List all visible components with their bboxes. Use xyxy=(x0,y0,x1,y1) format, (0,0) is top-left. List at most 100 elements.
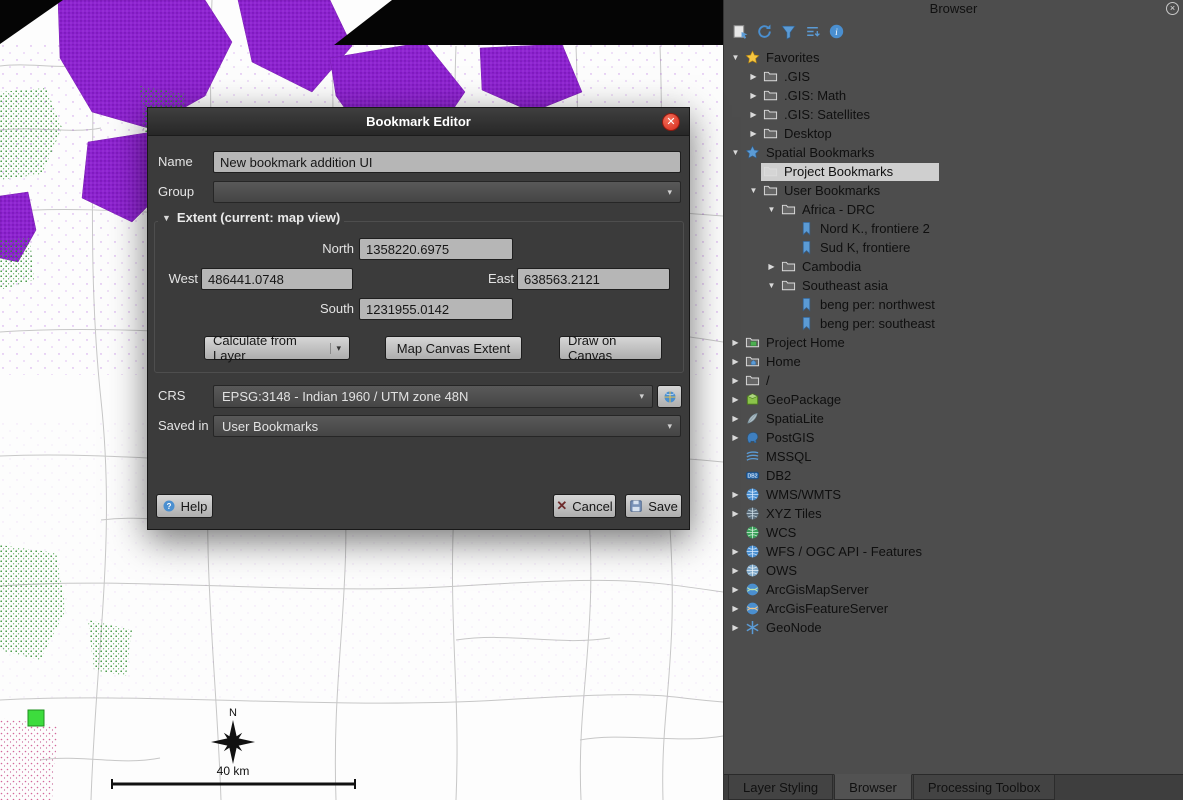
chevron-right-icon[interactable]: ▶ xyxy=(746,110,761,119)
crs-combobox[interactable]: EPSG:3148 - Indian 1960 / UTM zone 48N ▾ xyxy=(213,385,653,408)
filter-browser-icon[interactable] xyxy=(780,23,797,40)
tree-item-label: XYZ Tiles xyxy=(762,506,822,521)
chevron-down-icon[interactable]: ▼ xyxy=(728,53,743,62)
tree-item-spatialite[interactable]: ▶ SpatiaLite xyxy=(724,409,1183,428)
save-button[interactable]: Save xyxy=(625,494,682,518)
chevron-right-icon[interactable]: ▶ xyxy=(728,414,743,423)
chevron-right-icon[interactable]: ▶ xyxy=(728,357,743,366)
tree-item-postgis[interactable]: ▶PostGIS xyxy=(724,428,1183,447)
tree-item-wfs-ogc-api-features[interactable]: ▶ WFS / OGC API - Features xyxy=(724,542,1183,561)
bookmark-icon xyxy=(799,221,816,237)
tree-item-content: GeoPackage xyxy=(743,391,845,409)
east-input[interactable] xyxy=(517,268,670,290)
chevron-right-icon[interactable]: ▶ xyxy=(728,395,743,404)
chevron-down-icon[interactable]: ▼ xyxy=(728,148,743,157)
tree-item-geopackage[interactable]: ▶GeoPackage xyxy=(724,390,1183,409)
tree-item-user-bookmarks[interactable]: ▼User Bookmarks xyxy=(724,181,1183,200)
tree-item-gis-satellites[interactable]: ▶.GIS: Satellites xyxy=(724,105,1183,124)
tree-item-beng-per-southeast[interactable]: beng per: southeast xyxy=(724,314,1183,333)
west-label: West xyxy=(162,268,198,290)
tree-item-label: WFS / OGC API - Features xyxy=(762,544,922,559)
cancel-button[interactable]: ✕ Cancel xyxy=(553,494,616,518)
chevron-right-icon[interactable]: ▶ xyxy=(764,262,779,271)
tree-item-favorites[interactable]: ▼Favorites xyxy=(724,48,1183,67)
globe-arc-icon xyxy=(745,582,762,598)
chevron-right-icon[interactable]: ▶ xyxy=(746,91,761,100)
draw-on-canvas-button[interactable]: Draw on Canvas xyxy=(559,336,662,360)
chevron-right-icon[interactable]: ▶ xyxy=(728,338,743,347)
geopackage-icon xyxy=(745,392,762,408)
tab-layer-styling[interactable]: Layer Styling xyxy=(728,775,833,800)
chevron-right-icon[interactable]: ▶ xyxy=(728,604,743,613)
chevron-right-icon[interactable]: ▶ xyxy=(746,129,761,138)
west-input[interactable] xyxy=(201,268,353,290)
chevron-right-icon[interactable]: ▶ xyxy=(728,623,743,632)
tree-item-xyz-tiles[interactable]: ▶ XYZ Tiles xyxy=(724,504,1183,523)
tab-browser[interactable]: Browser xyxy=(834,774,912,800)
tree-item-wcs[interactable]: WCS xyxy=(724,523,1183,542)
highlight-green-square xyxy=(28,710,44,726)
tree-item-geonode[interactable]: ▶GeoNode xyxy=(724,618,1183,637)
tree-item-label: SpatiaLite xyxy=(762,411,824,426)
help-button[interactable]: ? Help xyxy=(156,494,213,518)
extent-header[interactable]: ▼ Extent (current: map view) xyxy=(158,210,344,225)
tree-item-arcgismapserver[interactable]: ▶ArcGisMapServer xyxy=(724,580,1183,599)
tree-item-southeast-asia[interactable]: ▼Southeast asia xyxy=(724,276,1183,295)
saved-in-combobox[interactable]: User Bookmarks ▾ xyxy=(213,415,681,437)
chevron-right-icon[interactable]: ▶ xyxy=(728,547,743,556)
dialog-titlebar[interactable]: Bookmark Editor ✕ xyxy=(148,108,689,136)
chevron-right-icon[interactable]: ▶ xyxy=(728,433,743,442)
tree-item-cambodia[interactable]: ▶Cambodia xyxy=(724,257,1183,276)
tree-item-mssql[interactable]: MSSQL xyxy=(724,447,1183,466)
tree-item-ows[interactable]: ▶OWS xyxy=(724,561,1183,580)
collapse-all-icon[interactable] xyxy=(804,23,821,40)
tree-item-wms-wmts[interactable]: ▶WMS/WMTS xyxy=(724,485,1183,504)
add-selected-layers-icon[interactable] xyxy=(732,23,749,40)
tree-item-beng-per-northwest[interactable]: beng per: northwest xyxy=(724,295,1183,314)
tree-item-sud-k-frontiere[interactable]: Sud K, frontiere xyxy=(724,238,1183,257)
dock-tab-bar: Layer StylingBrowserProcessing Toolbox xyxy=(724,774,1183,800)
browser-panel-titlebar[interactable]: Browser × xyxy=(724,0,1183,18)
tab-processing-toolbox[interactable]: Processing Toolbox xyxy=(913,775,1056,800)
folder-icon xyxy=(781,259,798,275)
north-input[interactable] xyxy=(359,238,513,260)
tree-item-db2[interactable]: DB2DB2 xyxy=(724,466,1183,485)
chevron-right-icon[interactable]: ▶ xyxy=(728,509,743,518)
map-canvas-extent-button[interactable]: Map Canvas Extent xyxy=(385,336,522,360)
tree-item-content: .GIS xyxy=(761,68,814,86)
save-icon xyxy=(629,499,643,513)
chevron-down-icon[interactable]: ▼ xyxy=(764,281,779,290)
properties-widget-icon[interactable]: i xyxy=(828,23,845,40)
folder-icon xyxy=(763,126,780,142)
tree-item-africa-drc[interactable]: ▼Africa - DRC xyxy=(724,200,1183,219)
tree-item-project-home[interactable]: ▶Project Home xyxy=(724,333,1183,352)
group-combobox[interactable]: ▾ xyxy=(213,181,681,203)
tree-item-root[interactable]: ▶/ xyxy=(724,371,1183,390)
chevron-right-icon[interactable]: ▶ xyxy=(728,376,743,385)
select-crs-button[interactable] xyxy=(657,385,682,408)
tree-item-nord-k-frontiere-2[interactable]: Nord K., frontiere 2 xyxy=(724,219,1183,238)
tree-item-project-bookmarks[interactable]: Project Bookmarks xyxy=(724,162,1183,181)
dialog-close-button[interactable]: ✕ xyxy=(662,113,680,131)
calculate-from-layer-button[interactable]: Calculate from Layer ▾ xyxy=(204,336,350,360)
tree-item-home[interactable]: ▶Home xyxy=(724,352,1183,371)
tree-item-arcgisfeatureserver[interactable]: ▶ArcGisFeatureServer xyxy=(724,599,1183,618)
chevron-down-icon[interactable]: ▼ xyxy=(746,186,761,195)
tree-item-spatial-bookmarks[interactable]: ▼Spatial Bookmarks xyxy=(724,143,1183,162)
chevron-right-icon[interactable]: ▶ xyxy=(728,585,743,594)
saved-in-combobox-value: User Bookmarks xyxy=(222,419,661,434)
tree-item-label: beng per: southeast xyxy=(816,316,935,331)
tree-item-desktop[interactable]: ▶Desktop xyxy=(724,124,1183,143)
bookmarks-icon xyxy=(745,145,762,161)
panel-close-icon[interactable]: × xyxy=(1166,2,1179,15)
chevron-right-icon[interactable]: ▶ xyxy=(728,566,743,575)
tree-item-gis-math[interactable]: ▶.GIS: Math xyxy=(724,86,1183,105)
refresh-icon[interactable] xyxy=(756,23,773,40)
chevron-down-icon[interactable]: ▼ xyxy=(764,205,779,214)
name-input[interactable] xyxy=(213,151,681,173)
tree-item-content: ArcGisFeatureServer xyxy=(743,600,892,618)
chevron-right-icon[interactable]: ▶ xyxy=(728,490,743,499)
chevron-right-icon[interactable]: ▶ xyxy=(746,72,761,81)
south-input[interactable] xyxy=(359,298,513,320)
tree-item-gis[interactable]: ▶.GIS xyxy=(724,67,1183,86)
